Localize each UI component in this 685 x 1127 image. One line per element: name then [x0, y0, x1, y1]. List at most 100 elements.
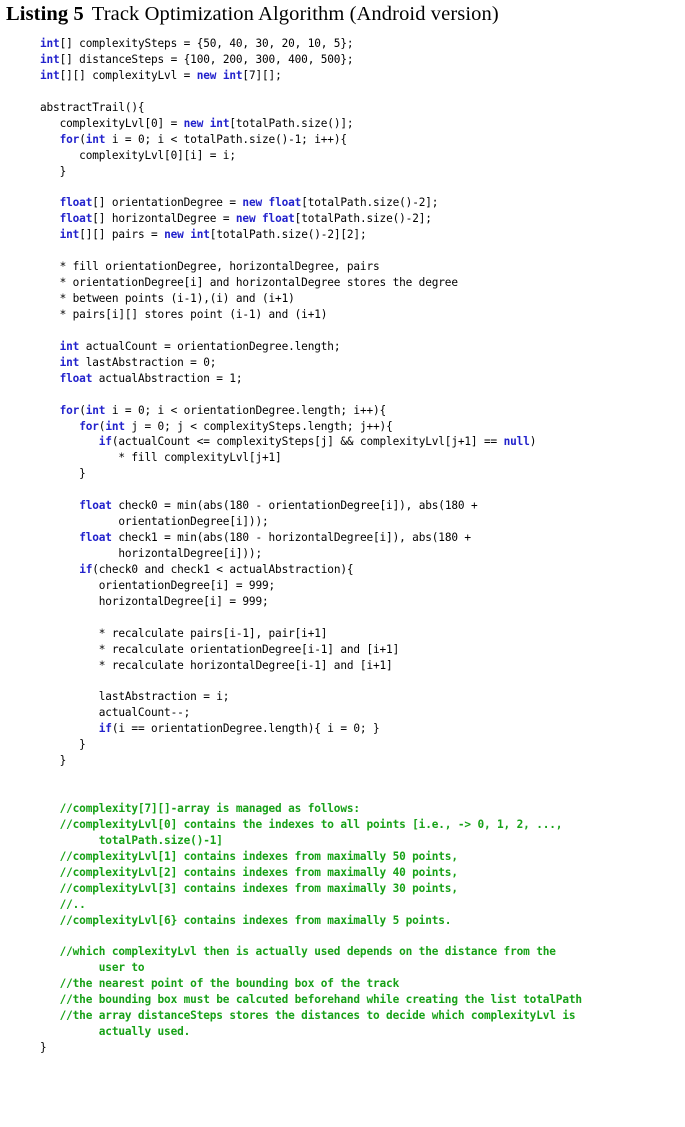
- code-comment: //which complexityLvl then is actually u…: [40, 945, 556, 959]
- code-line: float actualAbstraction = 1;: [0, 371, 685, 387]
- code-text: i = 0; i < orientationDegree.length; i++…: [105, 403, 387, 417]
- code-line: //which complexityLvl then is actually u…: [0, 944, 685, 960]
- code-text: abstractTrail(){: [40, 100, 145, 114]
- code-text: actualCount = orientationDegree.length;: [79, 339, 341, 353]
- code-keyword: int: [40, 68, 60, 82]
- code-keyword: new: [164, 228, 184, 242]
- code-keyword: float: [59, 212, 93, 226]
- code-keyword: new: [183, 116, 204, 130]
- code-text: }: [40, 1041, 47, 1055]
- code-keyword: int: [85, 132, 106, 146]
- code-keyword: if: [79, 562, 93, 576]
- code-text: * recalculate orientationDegree[i-1] and…: [40, 642, 400, 656]
- code-text: [][] pairs =: [79, 228, 165, 242]
- code-keyword: float: [59, 371, 93, 385]
- code-line: orientationDegree[i] = 999;: [0, 578, 685, 594]
- code-line: if(actualCount <= complexitySteps[j] && …: [0, 434, 685, 450]
- code-keyword: float: [59, 196, 93, 210]
- code-line: //complexityLvl[2] contains indexes from…: [0, 865, 685, 881]
- code-text: complexityLvl[0] =: [40, 116, 184, 130]
- code-text: [totalPath.size()-2][2];: [209, 228, 367, 242]
- code-keyword: float: [268, 196, 302, 210]
- code-keyword: if: [98, 435, 112, 449]
- code-text: actualCount--;: [40, 706, 191, 720]
- code-line: totalPath.size()-1]: [0, 833, 685, 849]
- code-line: }: [0, 466, 685, 482]
- code-text: (actualCount <= complexitySteps[j] && co…: [111, 435, 504, 449]
- code-line: horizontalDegree[i]));: [0, 546, 685, 562]
- code-text: [] horizontalDegree =: [92, 212, 236, 226]
- code-keyword: int: [59, 339, 80, 353]
- code-keyword: new: [242, 196, 263, 210]
- code-keyword: for: [59, 132, 80, 146]
- code-comment: //complexity[7][]-array is managed as fo…: [40, 802, 360, 815]
- code-keyword: int: [85, 403, 106, 417]
- code-line: * fill complexityLvl[j+1]: [0, 450, 685, 466]
- listing-caption-title: Track Optimization Algorithm (Android ve…: [91, 3, 499, 25]
- code-text: [totalPath.size()-2];: [294, 212, 432, 226]
- code-text: [] orientationDegree =: [92, 196, 243, 210]
- code-text: horizontalDegree[i] = 999;: [40, 594, 269, 608]
- code-line: lastAbstraction = i;: [0, 689, 685, 705]
- code-text: * between points (i-1),(i) and (i+1): [40, 292, 295, 305]
- code-line: user to: [0, 960, 685, 976]
- code-line: * pairs[i][] stores point (i-1) and (i+1…: [0, 307, 685, 323]
- code-keyword: int: [105, 419, 125, 433]
- code-line: horizontalDegree[i] = 999;: [0, 594, 685, 610]
- code-comment: //the bounding box must be calcuted befo…: [40, 993, 582, 1007]
- code-comment: user to: [40, 961, 145, 975]
- code-line: * recalculate orientationDegree[i-1] and…: [0, 642, 685, 658]
- code-line: * between points (i-1),(i) and (i+1): [0, 291, 685, 307]
- code-line: //complexityLvl[6} contains indexes from…: [0, 913, 685, 929]
- code-keyword: float: [79, 531, 112, 545]
- code-line: for(int i = 0; i < orientationDegree.len…: [0, 403, 685, 419]
- code-line: //the array distanceSteps stores the dis…: [0, 1008, 685, 1024]
- code-text: * fill complexityLvl[j+1]: [40, 451, 282, 465]
- code-line: //complexityLvl[0] contains the indexes …: [0, 817, 685, 833]
- code-text: horizontalDegree[i]));: [40, 547, 262, 560]
- code-line: int[] complexitySteps = {50, 40, 30, 20,…: [0, 36, 685, 52]
- code-text: [] distanceSteps = {100, 200, 300, 400, …: [59, 52, 354, 66]
- code-keyword: new: [235, 212, 256, 226]
- code-line: }: [0, 737, 685, 753]
- code-text: j = 0; j < complexitySteps.length; j++){: [124, 419, 393, 433]
- code-text: }: [40, 467, 86, 481]
- code-line: //the nearest point of the bounding box …: [0, 976, 685, 992]
- code-text: * pairs[i][] stores point (i-1) and (i+1…: [40, 307, 328, 321]
- code-text: (check0 and check1 < actualAbstraction){: [92, 562, 354, 576]
- code-text: lastAbstraction = i;: [40, 690, 230, 704]
- code-keyword: if: [98, 722, 112, 736]
- code-text: [totalPath.size()];: [229, 116, 354, 130]
- code-comment: actually used.: [40, 1025, 191, 1039]
- code-text: actualAbstraction = 1;: [92, 371, 243, 385]
- code-text: ): [529, 435, 537, 449]
- code-line: }: [0, 1040, 685, 1056]
- code-line: complexityLvl[0][i] = i;: [0, 148, 685, 164]
- code-text: orientationDegree[i]));: [40, 515, 269, 529]
- code-line: * orientationDegree[i] and horizontalDeg…: [0, 275, 685, 291]
- code-text: check0 = min(abs(180 - orientationDegree…: [111, 499, 478, 513]
- code-line: abstractTrail(){: [0, 100, 685, 116]
- code-text: complexityLvl[0][i] = i;: [40, 148, 236, 162]
- listing-caption-label: Listing 5: [6, 3, 84, 25]
- code-text: }: [40, 738, 86, 752]
- code-line: orientationDegree[i]));: [0, 514, 685, 530]
- code-text: [totalPath.size()-2];: [301, 196, 439, 210]
- code-line: float check0 = min(abs(180 - orientation…: [0, 498, 685, 514]
